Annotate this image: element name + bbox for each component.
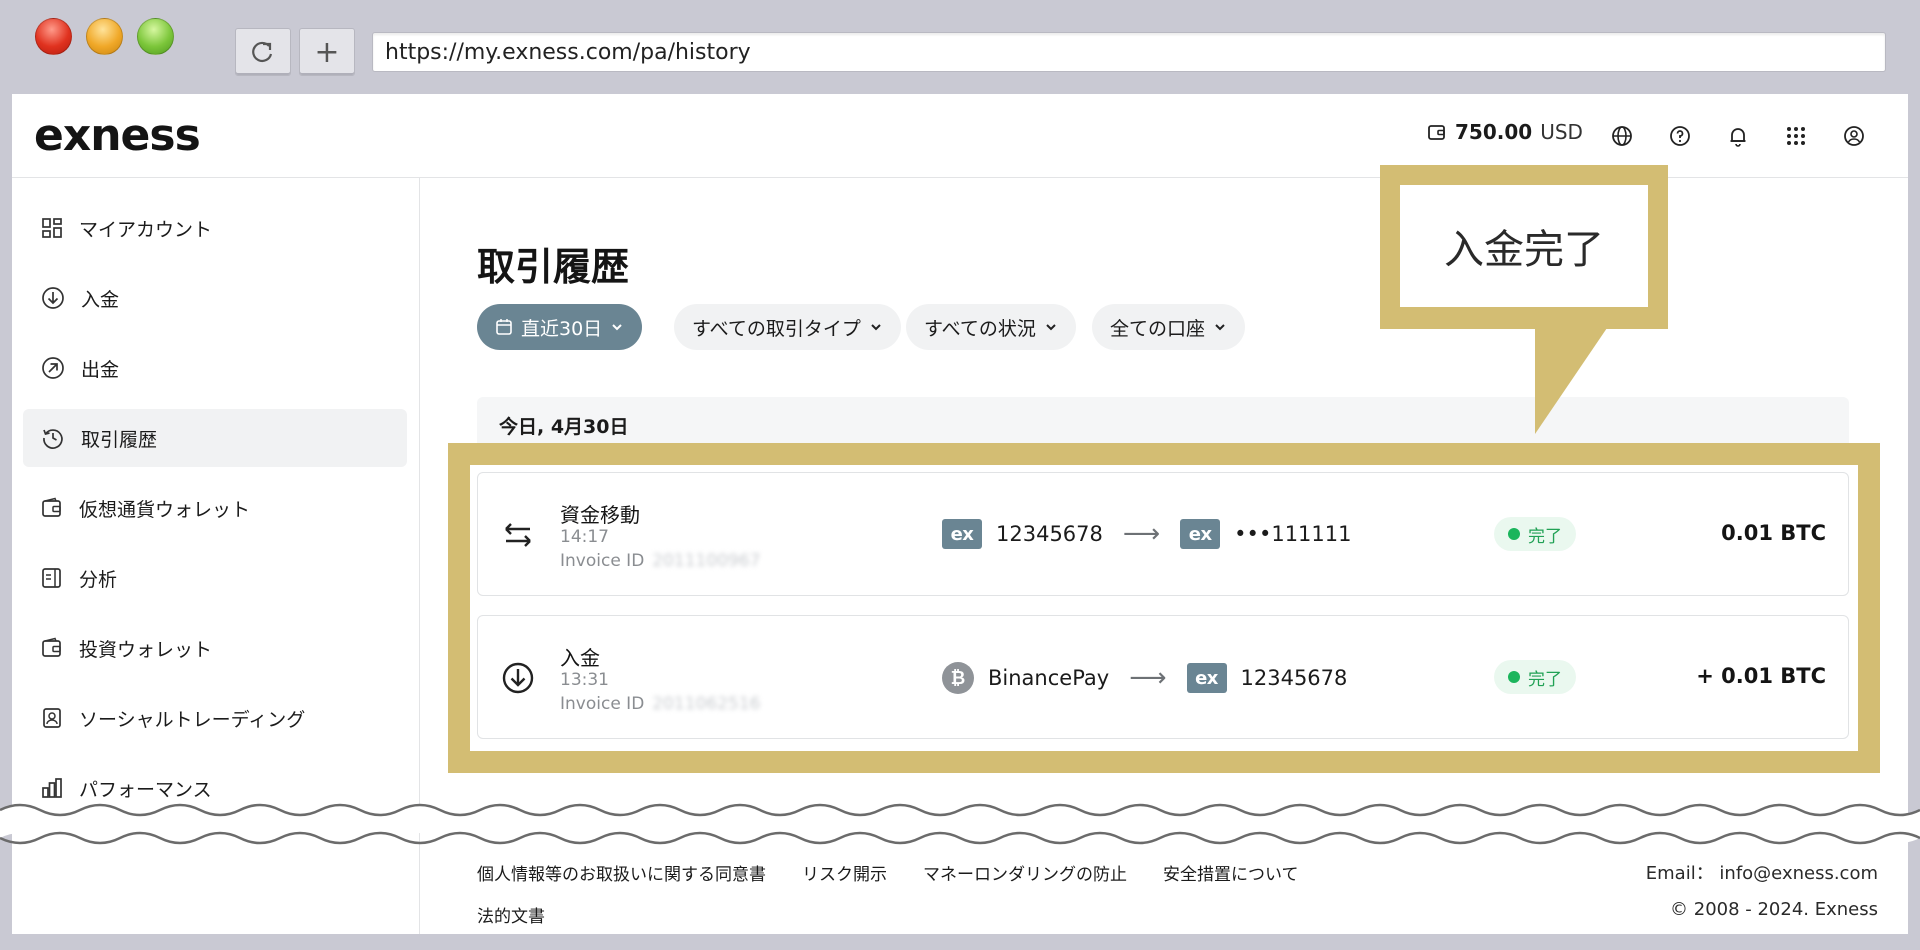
filter-label: 全ての口座 xyxy=(1110,317,1206,340)
sidebar-item-analytics[interactable]: 分析 xyxy=(23,549,407,607)
sidebar-item-social-trading[interactable]: ソーシャルトレーディング xyxy=(23,689,407,747)
balance-display[interactable]: 750.00 USD xyxy=(1427,120,1583,144)
footer-email: Email： info@exness.com xyxy=(1645,863,1878,884)
sidebar-item-label: 投資ウォレット xyxy=(79,638,213,661)
sidebar-item-label: ソーシャルトレーディング xyxy=(79,708,306,731)
plus-icon: + xyxy=(314,34,340,70)
url-text: https://my.exness.com/pa/history xyxy=(385,39,751,65)
callout-box: 入金完了 xyxy=(1380,165,1668,329)
notifications-button[interactable] xyxy=(1724,122,1752,150)
chevron-down-icon xyxy=(1215,324,1225,331)
footer-link-aml[interactable]: マネーロンダリングの防止 xyxy=(923,860,1127,885)
chevron-down-icon xyxy=(1046,324,1056,331)
filter-account[interactable]: 全ての口座 xyxy=(1092,304,1246,350)
social-trading-icon xyxy=(43,708,61,728)
sidebar: マイアカウント 入金 出金 取引履歴 仮想通貨ウォレット 分析 投資ウォレット xyxy=(12,178,420,934)
sidebar-item-history[interactable]: 取引履歴 xyxy=(23,409,407,467)
highlight-frame xyxy=(448,443,1880,773)
sidebar-item-investment-wallet[interactable]: 投資ウォレット xyxy=(23,619,407,677)
reload-button[interactable] xyxy=(235,28,291,76)
sidebar-item-label: 出金 xyxy=(81,358,120,381)
sidebar-item-label: 入金 xyxy=(81,288,120,311)
analytics-icon xyxy=(42,568,61,588)
page-title: 取引履歴 xyxy=(477,245,630,289)
callout-pointer xyxy=(1535,328,1607,434)
footer-links: 個人情報等のお取扱いに関する同意書 リスク開示 マネーロンダリングの防止 安全措… xyxy=(477,860,1299,885)
performance-icon xyxy=(42,778,62,798)
chevron-down-icon xyxy=(612,324,622,331)
wallet-icon xyxy=(1428,125,1445,140)
sidebar-item-my-account[interactable]: マイアカウント xyxy=(23,199,407,257)
help-icon xyxy=(1670,126,1690,146)
chevron-down-icon xyxy=(871,324,881,331)
withdraw-icon xyxy=(42,357,64,379)
sidebar-item-label: 分析 xyxy=(79,568,118,591)
sidebar-item-deposit[interactable]: 入金 xyxy=(23,269,407,327)
close-window-button[interactable] xyxy=(35,18,72,55)
sidebar-item-performance[interactable]: パフォーマンス xyxy=(23,759,407,817)
wallet-icon xyxy=(42,637,61,657)
new-tab-button[interactable]: + xyxy=(299,28,355,76)
wallet-icon xyxy=(42,497,61,517)
bell-icon xyxy=(1730,128,1746,147)
exness-logo[interactable]: exness xyxy=(34,110,201,161)
footer-link-risk[interactable]: リスク開示 xyxy=(802,860,887,885)
filter-period[interactable]: 直近30日 xyxy=(477,304,643,350)
globe-icon xyxy=(1612,126,1632,146)
filter-label: すべての状況 xyxy=(924,317,1036,340)
browser-chrome: + https://my.exness.com/pa/history xyxy=(0,0,1920,94)
maximize-window-button[interactable] xyxy=(137,18,174,55)
balance-amount: 750.00 xyxy=(1455,120,1533,144)
reload-icon xyxy=(252,41,273,63)
callout-text: 入金完了 xyxy=(1400,185,1648,307)
address-bar[interactable]: https://my.exness.com/pa/history xyxy=(372,32,1886,72)
footer-copyright: © 2008 - 2024. Exness xyxy=(1670,899,1878,920)
calendar-icon xyxy=(496,319,512,335)
minimize-window-button[interactable] xyxy=(86,18,123,55)
sidebar-item-label: マイアカウント xyxy=(79,218,213,241)
footer-contact: Email： info@exness.com © 2008 - 2024. Ex… xyxy=(1646,856,1878,928)
user-icon xyxy=(1844,126,1864,146)
sidebar-item-label: パフォーマンス xyxy=(79,778,212,801)
sidebar-item-label: 仮想通貨ウォレット xyxy=(79,498,251,521)
language-button[interactable] xyxy=(1608,122,1636,150)
sidebar-item-withdraw[interactable]: 出金 xyxy=(23,339,407,397)
filter-label: 直近30日 xyxy=(521,317,603,340)
help-button[interactable] xyxy=(1666,122,1694,150)
balance-currency: USD xyxy=(1540,120,1583,144)
filter-status[interactable]: すべての状況 xyxy=(906,304,1076,350)
apps-button[interactable] xyxy=(1782,122,1810,150)
footer-link-security[interactable]: 安全措置について xyxy=(1163,860,1299,885)
dashboard-icon xyxy=(42,218,62,238)
filter-label: すべての取引タイプ xyxy=(692,317,861,340)
sidebar-item-label: 取引履歴 xyxy=(81,428,158,451)
filter-transaction-type[interactable]: すべての取引タイプ xyxy=(674,304,901,350)
profile-button[interactable] xyxy=(1840,122,1868,150)
footer-link-legal[interactable]: 法的文書 xyxy=(477,902,545,927)
apps-grid-icon xyxy=(1787,127,1805,145)
deposit-icon xyxy=(42,287,64,309)
sidebar-item-crypto-wallet[interactable]: 仮想通貨ウォレット xyxy=(23,479,407,537)
history-icon xyxy=(43,429,63,449)
footer-link-consent[interactable]: 個人情報等のお取扱いに関する同意書 xyxy=(477,860,766,885)
